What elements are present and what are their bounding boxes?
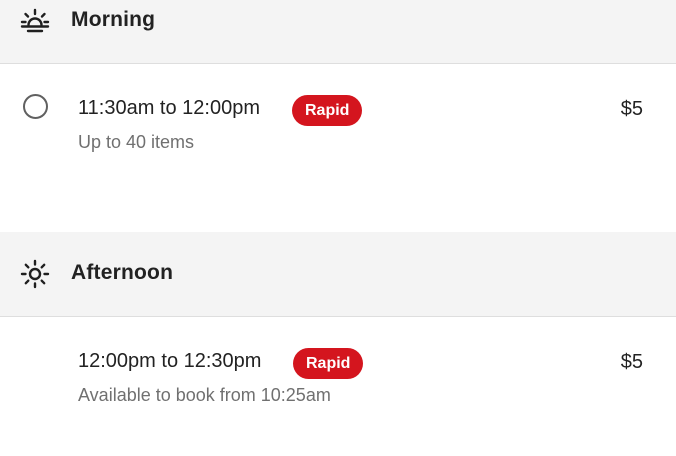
section-header-morning: Morning — [0, 0, 676, 64]
section-header-afternoon: Afternoon — [0, 232, 676, 317]
slot-price: $5 — [620, 351, 643, 373]
slot-subtext: Up to 40 items — [78, 132, 195, 152]
section-title-afternoon: Afternoon — [71, 261, 174, 284]
rapid-badge: Rapid — [293, 348, 364, 379]
sunrise-icon — [20, 6, 50, 36]
slot-price: $5 — [620, 98, 643, 120]
slot-time: 12:00pm to 12:30pm — [78, 350, 262, 372]
time-slot: 12:00pm to 12:30pm Rapid $5 Available to… — [0, 317, 676, 427]
slot-time: 11:30am to 12:00pm — [78, 97, 260, 119]
slot-radio-button[interactable] — [23, 94, 48, 119]
sun-icon — [20, 259, 50, 289]
slot-availability-note: Available to book from 10:25am — [78, 385, 331, 405]
rapid-badge: Rapid — [292, 95, 363, 126]
section-title-morning: Morning — [71, 8, 156, 31]
delivery-slot-picker: Morning 11:30am to 12:00pm Rapid $5 Up t… — [0, 0, 676, 456]
time-slot[interactable]: 11:30am to 12:00pm Rapid $5 Up to 40 ite… — [0, 64, 676, 174]
